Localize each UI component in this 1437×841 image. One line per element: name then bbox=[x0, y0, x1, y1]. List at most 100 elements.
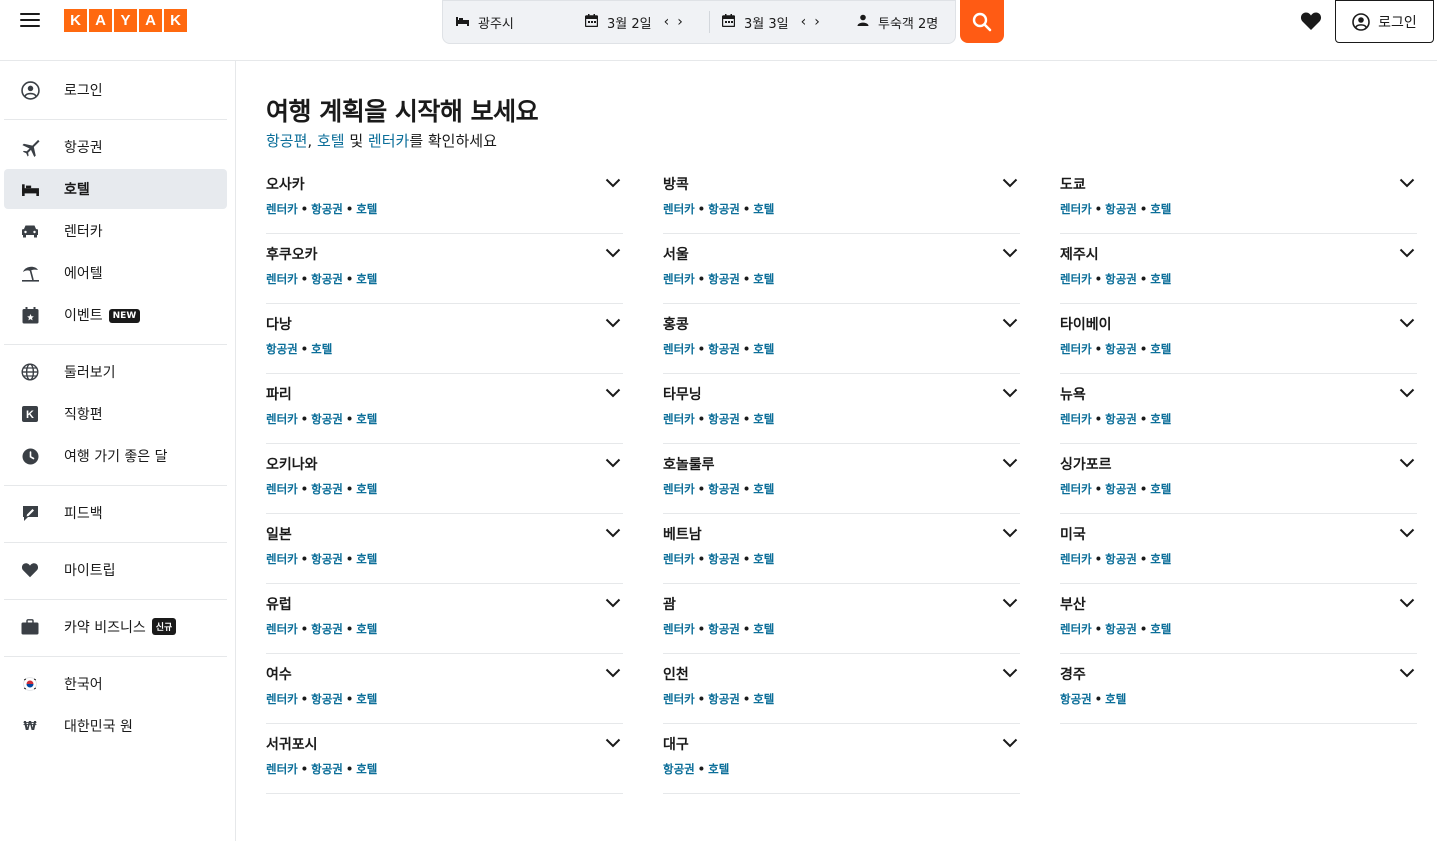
saved-trips-heart-icon[interactable] bbox=[1300, 11, 1322, 31]
checkout-field[interactable]: 3월 3일 ‹› bbox=[709, 11, 843, 33]
menu-icon[interactable] bbox=[20, 13, 40, 29]
chevron-down-icon[interactable] bbox=[605, 248, 621, 258]
destination-link[interactable]: 호텔 bbox=[356, 412, 377, 426]
destination-link[interactable]: 항공권 bbox=[1060, 692, 1092, 706]
destination-link[interactable]: 렌터카 bbox=[1060, 552, 1092, 566]
destination-link[interactable]: 렌터카 bbox=[266, 202, 298, 216]
kayak-logo[interactable]: K A Y A K bbox=[64, 9, 187, 32]
destination-row[interactable]: 부산 렌터카 • 항공권 • 호텔 bbox=[1060, 584, 1417, 654]
destination-link[interactable]: 호텔 bbox=[1150, 342, 1171, 356]
destination-link[interactable]: 렌터카 bbox=[663, 552, 695, 566]
location-field[interactable]: 광주시 bbox=[443, 1, 575, 43]
destination-link[interactable]: 항공권 bbox=[311, 552, 343, 566]
destination-link[interactable]: 호텔 bbox=[356, 202, 377, 216]
destination-row[interactable]: 후쿠오카 렌터카 • 항공권 • 호텔 bbox=[266, 234, 623, 304]
chevron-down-icon[interactable] bbox=[1002, 178, 1018, 188]
destination-link[interactable]: 호텔 bbox=[356, 692, 377, 706]
destination-link[interactable]: 렌터카 bbox=[1060, 342, 1092, 356]
chevron-down-icon[interactable] bbox=[605, 458, 621, 468]
destination-link[interactable]: 항공권 bbox=[311, 272, 343, 286]
destination-link[interactable]: 항공권 bbox=[311, 482, 343, 496]
destination-link[interactable]: 렌터카 bbox=[1060, 622, 1092, 636]
destination-link[interactable]: 항공권 bbox=[1105, 202, 1137, 216]
chevron-down-icon[interactable] bbox=[1002, 668, 1018, 678]
destination-link[interactable]: 항공권 bbox=[663, 762, 695, 776]
guests-field[interactable]: 투숙객 2명 bbox=[843, 1, 938, 43]
chevron-down-icon[interactable] bbox=[1002, 318, 1018, 328]
sidebar-item-packages[interactable]: 에어텔 bbox=[4, 253, 227, 293]
chevron-down-icon[interactable] bbox=[1002, 528, 1018, 538]
destination-row[interactable]: 오사카 렌터카 • 항공권 • 호텔 bbox=[266, 164, 623, 234]
destination-row[interactable]: 뉴욕 렌터카 • 항공권 • 호텔 bbox=[1060, 374, 1417, 444]
destination-row[interactable]: 대구 항공권 • 호텔 bbox=[663, 724, 1020, 794]
destination-link[interactable]: 호텔 bbox=[753, 622, 774, 636]
destination-link[interactable]: 항공권 bbox=[1105, 482, 1137, 496]
chevron-down-icon[interactable] bbox=[605, 528, 621, 538]
destination-row[interactable]: 일본 렌터카 • 항공권 • 호텔 bbox=[266, 514, 623, 584]
destination-link[interactable]: 호텔 bbox=[753, 202, 774, 216]
sidebar-item-feedback[interactable]: 피드백 bbox=[4, 493, 227, 533]
sidebar-item-language[interactable]: 한국어 bbox=[4, 664, 227, 704]
destination-link[interactable]: 항공권 bbox=[311, 412, 343, 426]
chevron-down-icon[interactable] bbox=[1399, 528, 1415, 538]
checkin-field[interactable]: 3월 2일 ‹› bbox=[575, 1, 709, 43]
destination-link[interactable]: 호텔 bbox=[753, 692, 774, 706]
destination-link[interactable]: 항공권 bbox=[708, 272, 740, 286]
destination-link[interactable]: 호텔 bbox=[356, 622, 377, 636]
destination-link[interactable]: 렌터카 bbox=[663, 202, 695, 216]
destination-link[interactable]: 렌터카 bbox=[266, 552, 298, 566]
destination-link[interactable]: 호텔 bbox=[1150, 552, 1171, 566]
destination-row[interactable]: 타무닝 렌터카 • 항공권 • 호텔 bbox=[663, 374, 1020, 444]
destination-link[interactable]: 항공권 bbox=[708, 692, 740, 706]
destination-link[interactable]: 호텔 bbox=[753, 342, 774, 356]
date-stepper-icon[interactable]: ‹› bbox=[801, 14, 828, 30]
date-stepper-icon[interactable]: ‹› bbox=[664, 14, 691, 30]
destination-link[interactable]: 항공권 bbox=[311, 762, 343, 776]
chevron-down-icon[interactable] bbox=[605, 738, 621, 748]
destination-link[interactable]: 호텔 bbox=[356, 552, 377, 566]
destination-row[interactable]: 미국 렌터카 • 항공권 • 호텔 bbox=[1060, 514, 1417, 584]
destination-link[interactable]: 호텔 bbox=[753, 412, 774, 426]
destination-link[interactable]: 항공권 bbox=[311, 692, 343, 706]
destination-link[interactable]: 호텔 bbox=[1105, 692, 1126, 706]
destination-link[interactable]: 항공권 bbox=[1105, 412, 1137, 426]
chevron-down-icon[interactable] bbox=[605, 388, 621, 398]
destination-link[interactable]: 렌터카 bbox=[663, 692, 695, 706]
flights-link[interactable]: 항공편 bbox=[266, 132, 307, 150]
destination-link[interactable]: 호텔 bbox=[356, 482, 377, 496]
destination-row[interactable]: 인천 렌터카 • 항공권 • 호텔 bbox=[663, 654, 1020, 724]
destination-row[interactable]: 베트남 렌터카 • 항공권 • 호텔 bbox=[663, 514, 1020, 584]
search-button[interactable] bbox=[960, 0, 1004, 43]
destination-link[interactable]: 렌터카 bbox=[266, 692, 298, 706]
destination-link[interactable]: 렌터카 bbox=[266, 482, 298, 496]
destination-row[interactable]: 서귀포시 렌터카 • 항공권 • 호텔 bbox=[266, 724, 623, 794]
login-button[interactable]: 로그인 bbox=[1335, 0, 1434, 43]
sidebar-item-currency[interactable]: ₩ 대한민국 원 bbox=[4, 706, 227, 746]
destination-link[interactable]: 렌터카 bbox=[663, 342, 695, 356]
chevron-down-icon[interactable] bbox=[605, 318, 621, 328]
chevron-down-icon[interactable] bbox=[1399, 668, 1415, 678]
chevron-down-icon[interactable] bbox=[1399, 178, 1415, 188]
destination-link[interactable]: 렌터카 bbox=[1060, 272, 1092, 286]
chevron-down-icon[interactable] bbox=[1399, 388, 1415, 398]
chevron-down-icon[interactable] bbox=[1399, 248, 1415, 258]
destination-row[interactable]: 호놀룰루 렌터카 • 항공권 • 호텔 bbox=[663, 444, 1020, 514]
destination-row[interactable]: 서울 렌터카 • 항공권 • 호텔 bbox=[663, 234, 1020, 304]
destination-row[interactable]: 오키나와 렌터카 • 항공권 • 호텔 bbox=[266, 444, 623, 514]
destination-row[interactable]: 타이베이 렌터카 • 항공권 • 호텔 bbox=[1060, 304, 1417, 374]
destination-link[interactable]: 렌터카 bbox=[663, 412, 695, 426]
destination-link[interactable]: 렌터카 bbox=[663, 482, 695, 496]
destination-link[interactable]: 항공권 bbox=[266, 342, 298, 356]
hotels-link[interactable]: 호텔 bbox=[317, 132, 345, 150]
destination-link[interactable]: 항공권 bbox=[1105, 622, 1137, 636]
chevron-down-icon[interactable] bbox=[1002, 738, 1018, 748]
destination-link[interactable]: 항공권 bbox=[1105, 552, 1137, 566]
destination-link[interactable]: 호텔 bbox=[753, 552, 774, 566]
destination-link[interactable]: 항공권 bbox=[708, 622, 740, 636]
chevron-down-icon[interactable] bbox=[1002, 248, 1018, 258]
destination-row[interactable]: 제주시 렌터카 • 항공권 • 호텔 bbox=[1060, 234, 1417, 304]
sidebar-item-direct-flights[interactable]: K 직항편 bbox=[4, 394, 227, 434]
destination-row[interactable]: 파리 렌터카 • 항공권 • 호텔 bbox=[266, 374, 623, 444]
destination-link[interactable]: 호텔 bbox=[1150, 412, 1171, 426]
sidebar-item-best-time[interactable]: 여행 가기 좋은 달 bbox=[4, 436, 227, 476]
